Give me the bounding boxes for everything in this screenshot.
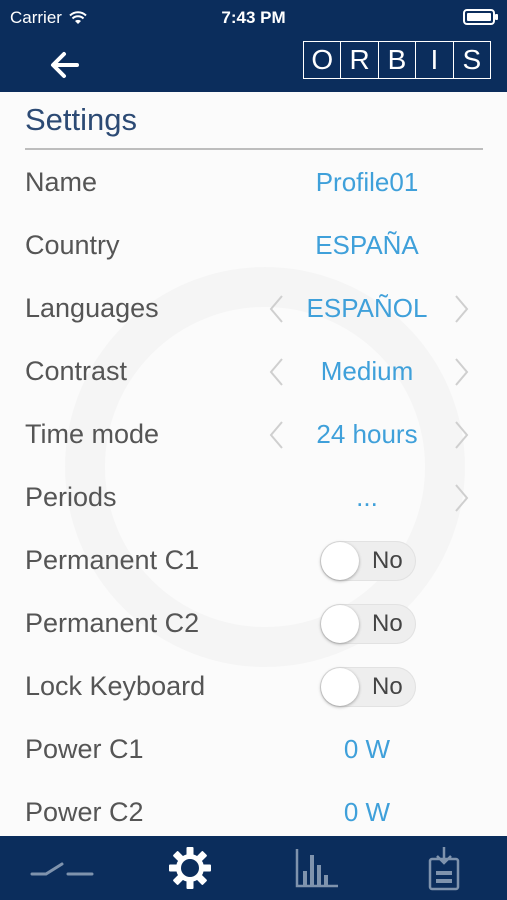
settings-content[interactable]: Settings Name Profile01 Country ESPAÑA L… — [0, 92, 507, 836]
row-periods[interactable]: Periods ... — [0, 466, 507, 529]
name-value[interactable]: Profile01 — [267, 151, 467, 214]
row-country[interactable]: Country ESPAÑA — [0, 214, 507, 277]
arrow-left-icon — [51, 52, 79, 78]
power-c2-value[interactable]: 0 W — [267, 781, 467, 836]
time-mode-value: 24 hours — [316, 419, 418, 449]
title-divider — [25, 148, 483, 150]
bar-chart-icon — [295, 849, 338, 888]
row-contrast: Contrast Medium — [0, 340, 507, 403]
country-value[interactable]: ESPAÑA — [267, 214, 467, 277]
status-bar: Carrier 7:43 PM — [0, 0, 507, 37]
row-lock-keyboard: Lock Keyboard No — [0, 655, 507, 718]
orbis-logo: O R B I S — [303, 41, 491, 79]
tab-bar — [0, 836, 507, 900]
navbar: O R B I S — [0, 37, 507, 92]
country-label: Country — [25, 230, 120, 260]
logo-letter: O — [304, 42, 342, 78]
toggle-state: No — [372, 673, 403, 700]
tab-settings[interactable] — [127, 836, 254, 900]
row-power-c2[interactable]: Power C2 0 W — [0, 781, 507, 836]
tab-switch[interactable] — [0, 836, 127, 900]
lock-keyboard-toggle[interactable]: No — [320, 667, 416, 707]
toggle-knob — [321, 668, 359, 706]
row-languages: Languages ESPAÑOL — [0, 277, 507, 340]
lock-keyboard-label: Lock Keyboard — [25, 671, 206, 701]
tab-statistics[interactable] — [254, 836, 381, 900]
name-label: Name — [25, 167, 98, 197]
chevron-right-icon[interactable] — [450, 357, 472, 387]
periods-value: ... — [356, 482, 378, 512]
permanent-c2-toggle[interactable]: No — [320, 604, 416, 644]
toggle-knob — [321, 542, 359, 580]
logo-letter: S — [462, 44, 482, 75]
power-c1-value[interactable]: 0 W — [267, 718, 467, 781]
chevron-right-icon[interactable] — [450, 294, 472, 324]
status-time: 7:43 PM — [221, 8, 286, 27]
logo-letter: B — [379, 42, 417, 78]
logo-letter: R — [341, 42, 379, 78]
row-permanent-c1: Permanent C1 No — [0, 529, 507, 592]
toggle-state: No — [372, 610, 403, 637]
chevron-right-icon[interactable] — [450, 483, 472, 513]
tab-download[interactable] — [380, 836, 507, 900]
contrast-label: Contrast — [25, 356, 128, 386]
back-button[interactable] — [44, 43, 88, 87]
row-power-c1[interactable]: Power C1 0 W — [0, 718, 507, 781]
toggle-state: No — [372, 547, 403, 574]
download-device-icon — [428, 847, 459, 891]
battery-icon — [463, 9, 498, 25]
permanent-c1-toggle[interactable]: No — [320, 541, 416, 581]
gear-icon — [169, 847, 212, 889]
languages-label: Languages — [25, 293, 159, 323]
row-name[interactable]: Name Profile01 — [0, 151, 507, 214]
power-c1-label: Power C1 — [25, 734, 144, 764]
power-c2-label: Power C2 — [25, 797, 144, 827]
time-mode-label: Time mode — [25, 419, 160, 449]
logo-letter: I — [416, 42, 454, 78]
permanent-c2-label: Permanent C2 — [25, 608, 200, 638]
permanent-c1-label: Permanent C1 — [25, 545, 200, 575]
languages-value: ESPAÑOL — [306, 293, 428, 323]
chevron-right-icon[interactable] — [450, 420, 472, 450]
switch-icon — [30, 862, 94, 876]
toggle-knob — [321, 605, 359, 643]
page-title: Settings — [25, 102, 138, 137]
periods-label: Periods — [25, 482, 117, 512]
row-time-mode: Time mode 24 hours — [0, 403, 507, 466]
contrast-value: Medium — [320, 356, 414, 386]
row-permanent-c2: Permanent C2 No — [0, 592, 507, 655]
